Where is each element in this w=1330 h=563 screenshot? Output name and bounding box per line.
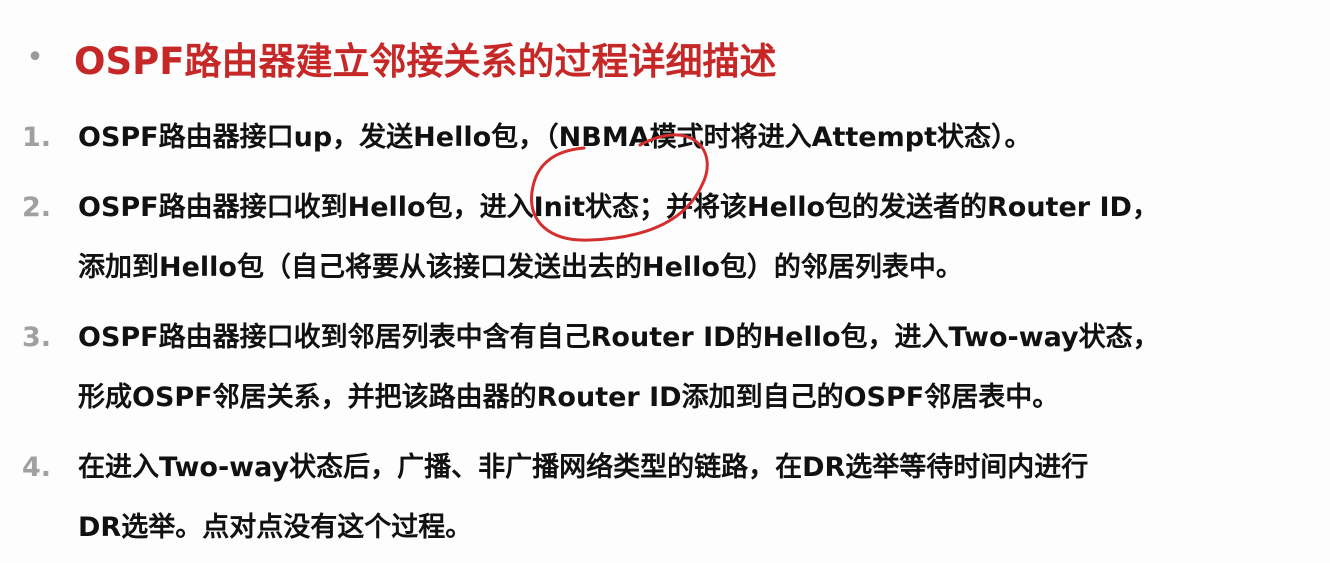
step-text: OSPF路由器接口收到邻居列表中含有自己Router ID的Hello包，进入T… xyxy=(78,308,1318,428)
steps-list: 1. OSPF路由器接口up，发送Hello包，（NBMA模式时将进入Attem… xyxy=(18,108,1318,558)
list-item-step-1: 1. OSPF路由器接口up，发送Hello包，（NBMA模式时将进入Attem… xyxy=(18,108,1318,168)
bullet-icon: • xyxy=(26,40,44,75)
list-item-step-3: 3. OSPF路由器接口收到邻居列表中含有自己Router ID的Hello包，… xyxy=(18,308,1318,428)
step-text: OSPF路由器接口up，发送Hello包，（NBMA模式时将进入Attempt状… xyxy=(78,108,1318,168)
title-row: • OSPF路由器建立邻接关系的过程详细描述 xyxy=(24,30,777,86)
step-line: OSPF路由器接口收到邻居列表中含有自己Router ID的Hello包，进入T… xyxy=(78,322,1160,353)
list-item-step-4: 4. 在进入Two-way状态后，广播、非广播网络类型的链路，在DR选举等待时间… xyxy=(18,438,1318,558)
step-line: 在进入Two-way状态后，广播、非广播网络类型的链路，在DR选举等待时间内进行 xyxy=(78,452,1089,483)
step-line: DR选举。点对点没有这个过程。 xyxy=(78,512,473,543)
step-text: 在进入Two-way状态后，广播、非广播网络类型的链路，在DR选举等待时间内进行… xyxy=(78,438,1318,558)
slide: • OSPF路由器建立邻接关系的过程详细描述 1. OSPF路由器接口up，发送… xyxy=(0,0,1330,563)
step-number: 1. xyxy=(22,122,52,153)
step-number: 2. xyxy=(22,192,52,223)
step-line: 添加到Hello包（自己将要从该接口发送出去的Hello包）的邻居列表中。 xyxy=(78,252,963,283)
step-number: 3. xyxy=(22,322,52,353)
step-line: 形成OSPF邻居关系，并把该路由器的Router ID添加到自己的OSPF邻居表… xyxy=(78,382,1060,413)
slide-title: OSPF路由器建立邻接关系的过程详细描述 xyxy=(74,40,777,83)
step-number: 4. xyxy=(22,452,52,483)
step-line: OSPF路由器接口up，发送Hello包，（NBMA模式时将进入Attempt状… xyxy=(78,122,1032,153)
step-text: OSPF路由器接口收到Hello包，进入Init状态；并将该Hello包的发送者… xyxy=(78,178,1318,298)
list-item-step-2: 2. OSPF路由器接口收到Hello包，进入Init状态；并将该Hello包的… xyxy=(18,178,1318,298)
step-line: OSPF路由器接口收到Hello包，进入Init状态；并将该Hello包的发送者… xyxy=(78,192,1159,223)
